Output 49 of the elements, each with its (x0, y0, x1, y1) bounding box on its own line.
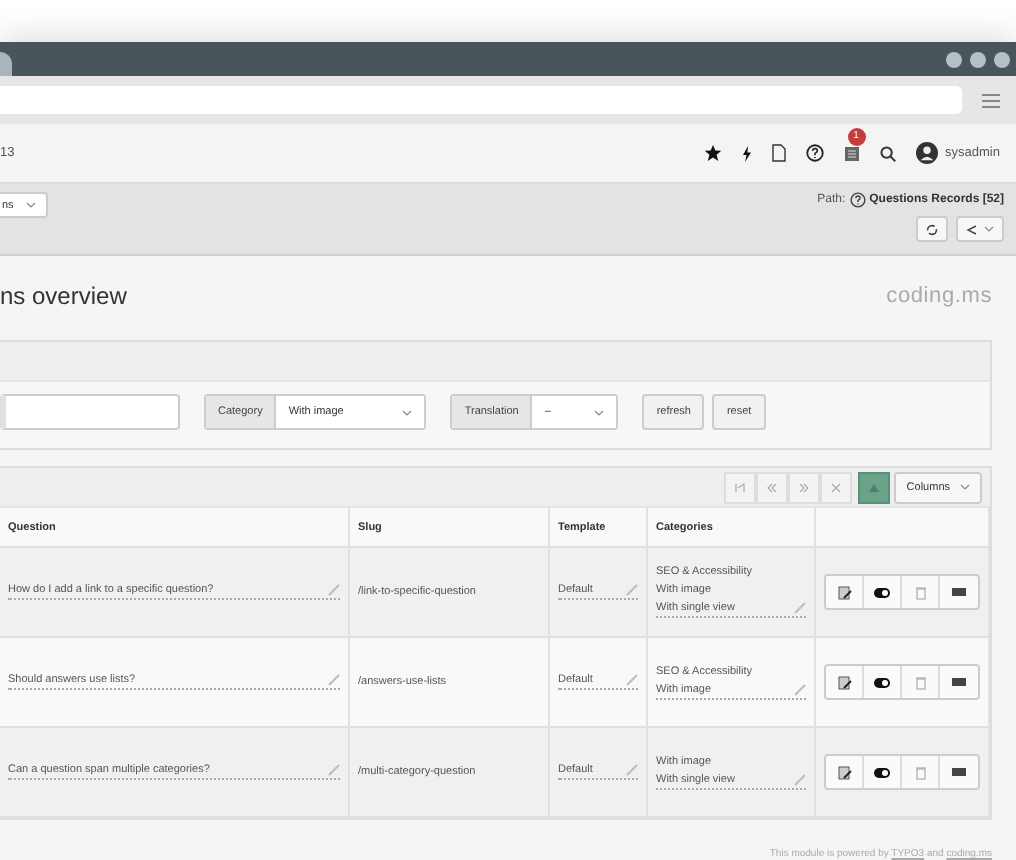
pager-icon (830, 481, 843, 493)
bar-icon (952, 678, 966, 686)
chevron-down-icon (960, 484, 970, 490)
share-icon (966, 223, 978, 235)
page-title: ns overview (0, 282, 127, 310)
edit-icon (837, 585, 851, 599)
bar-icon (952, 588, 966, 596)
help-icon (849, 192, 866, 208)
triangle-icon (868, 481, 881, 493)
star-icon[interactable] (703, 144, 722, 162)
pencil-icon (328, 764, 340, 776)
trash-icon (915, 765, 925, 779)
share-button[interactable] (956, 216, 1004, 242)
chevron-down-icon (25, 202, 36, 208)
bar-icon (952, 768, 966, 776)
lightning-icon[interactable] (741, 145, 752, 161)
menu-icon[interactable] (982, 93, 1000, 107)
pencil-icon (328, 674, 340, 686)
search-icon[interactable] (879, 145, 896, 161)
pager-icon (798, 481, 811, 493)
edit-icon (837, 765, 851, 779)
sort-button[interactable] (858, 471, 891, 503)
pager-icon (734, 481, 747, 493)
list-icon[interactable] (843, 145, 860, 161)
input-field[interactable] (0, 394, 180, 430)
toggle-icon (874, 677, 890, 687)
window-controls-icon[interactable] (946, 51, 1010, 67)
toggle-icon (874, 767, 890, 777)
chevron-down-icon (984, 226, 994, 232)
pager-icon (766, 481, 779, 493)
browser-tab[interactable] (0, 52, 12, 76)
trash-icon (915, 675, 925, 689)
pencil-icon (626, 674, 638, 686)
avatar-icon[interactable] (915, 142, 938, 164)
trash-icon (915, 585, 925, 599)
pencil-icon (626, 764, 638, 776)
reload-button[interactable] (916, 216, 948, 242)
document-icon[interactable] (771, 144, 786, 162)
toggle-icon (874, 587, 890, 597)
pencil-icon (794, 602, 806, 614)
logo: coding.ms (886, 284, 992, 308)
pencil-icon (328, 584, 340, 596)
pencil-icon (626, 584, 638, 596)
pencil-icon (794, 773, 806, 785)
edit-icon (837, 675, 851, 689)
reload-icon (926, 223, 938, 235)
address-field[interactable] (0, 86, 962, 114)
pencil-icon (794, 683, 806, 695)
help-icon[interactable] (805, 144, 824, 162)
